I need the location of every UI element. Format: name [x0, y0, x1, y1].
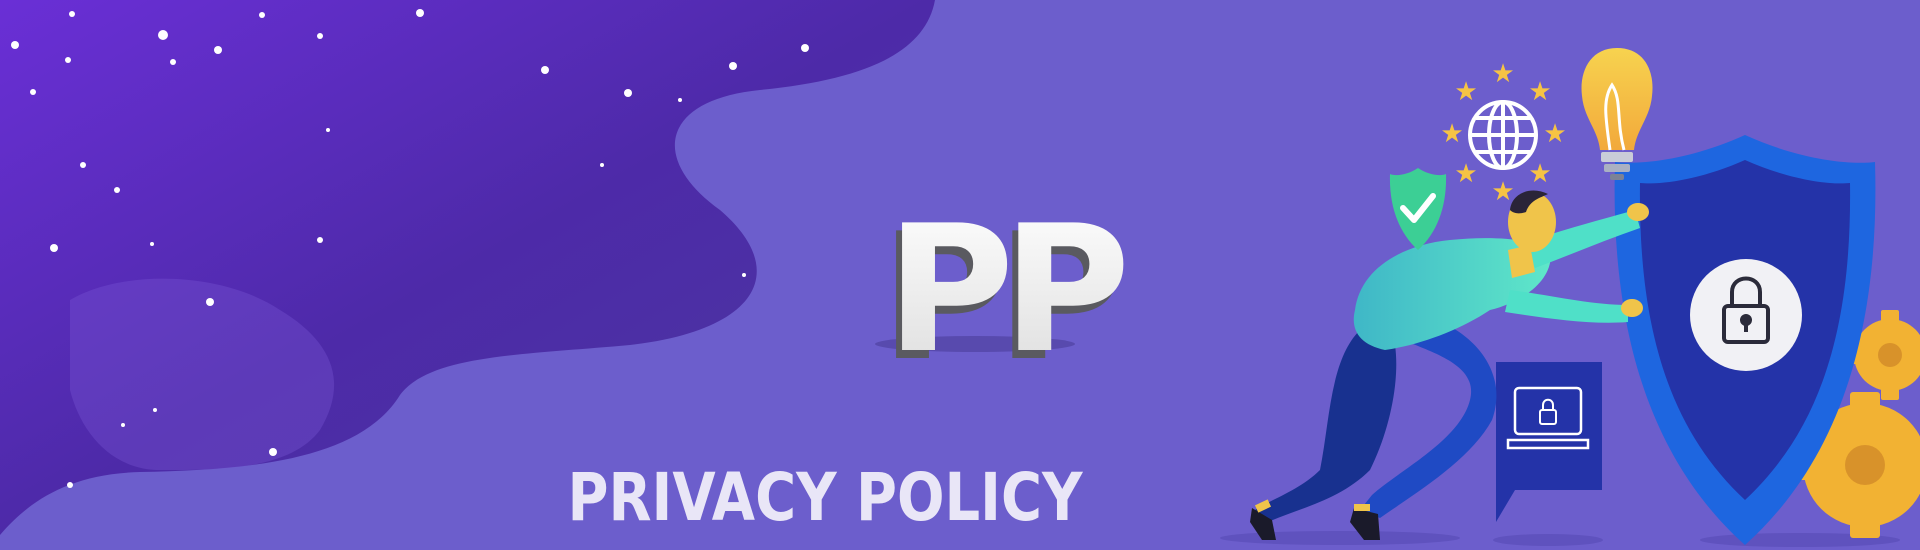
sky-star [121, 423, 125, 427]
sky-star [206, 298, 214, 306]
sky-star [80, 162, 86, 168]
sky-star [729, 62, 737, 70]
bulb-tip [1610, 174, 1624, 180]
bulb-base [1604, 164, 1630, 172]
gear-hole [1878, 343, 1902, 367]
sky-star [150, 242, 154, 246]
star-icon: ★ [1543, 119, 1566, 149]
gear-tooth [1850, 518, 1880, 538]
banner-illustration: PP PP PRIVACY POLICY ★ ★ ★ ★ ★ ★ ★ ★ [0, 0, 1920, 550]
sky-star [678, 98, 682, 102]
sky-star [416, 9, 424, 17]
gear-tooth [1881, 310, 1899, 324]
star-icon: ★ [1528, 159, 1551, 189]
sky-star [269, 448, 277, 456]
pp-logo: PP PP [875, 189, 1136, 400]
sky-star [801, 44, 809, 52]
sky-star [624, 89, 632, 97]
sky-star [114, 187, 120, 193]
bulb-base [1601, 152, 1633, 162]
star-icon: ★ [1454, 159, 1477, 189]
star-icon: ★ [1491, 59, 1514, 89]
star-icon: ★ [1491, 177, 1514, 207]
sky-star [67, 482, 73, 488]
sky-star [11, 41, 19, 49]
privacy-policy-banner: PP PP PRIVACY POLICY ★ ★ ★ ★ ★ ★ ★ ★ [0, 0, 1920, 550]
sky-star [742, 273, 746, 277]
ground-shadow [1493, 534, 1603, 546]
sock [1354, 504, 1370, 511]
logo-text: PP [886, 189, 1124, 392]
sky-star [600, 163, 604, 167]
ground-shadow [1220, 531, 1460, 545]
sky-star [50, 244, 58, 252]
gear-hole [1845, 445, 1885, 485]
sky-star [317, 33, 323, 39]
globe-icon [1468, 100, 1538, 170]
sky-star [259, 12, 265, 18]
sky-star [69, 11, 75, 17]
sky-star [170, 59, 176, 65]
sky-star [30, 89, 36, 95]
sky-star [541, 66, 549, 74]
star-icon: ★ [1454, 77, 1477, 107]
sky-star [317, 237, 323, 243]
page-title: PRIVACY POLICY [568, 459, 1084, 536]
sky-star [214, 46, 222, 54]
gear-tooth [1850, 392, 1880, 412]
gear-tooth [1881, 386, 1899, 400]
star-icon: ★ [1528, 77, 1551, 107]
sky-star [65, 57, 71, 63]
lower-hand [1621, 299, 1643, 317]
sky-star [158, 30, 168, 40]
upper-hand [1627, 203, 1649, 221]
sky-star [153, 408, 157, 412]
star-icon: ★ [1440, 119, 1463, 149]
sky-star [326, 128, 330, 132]
